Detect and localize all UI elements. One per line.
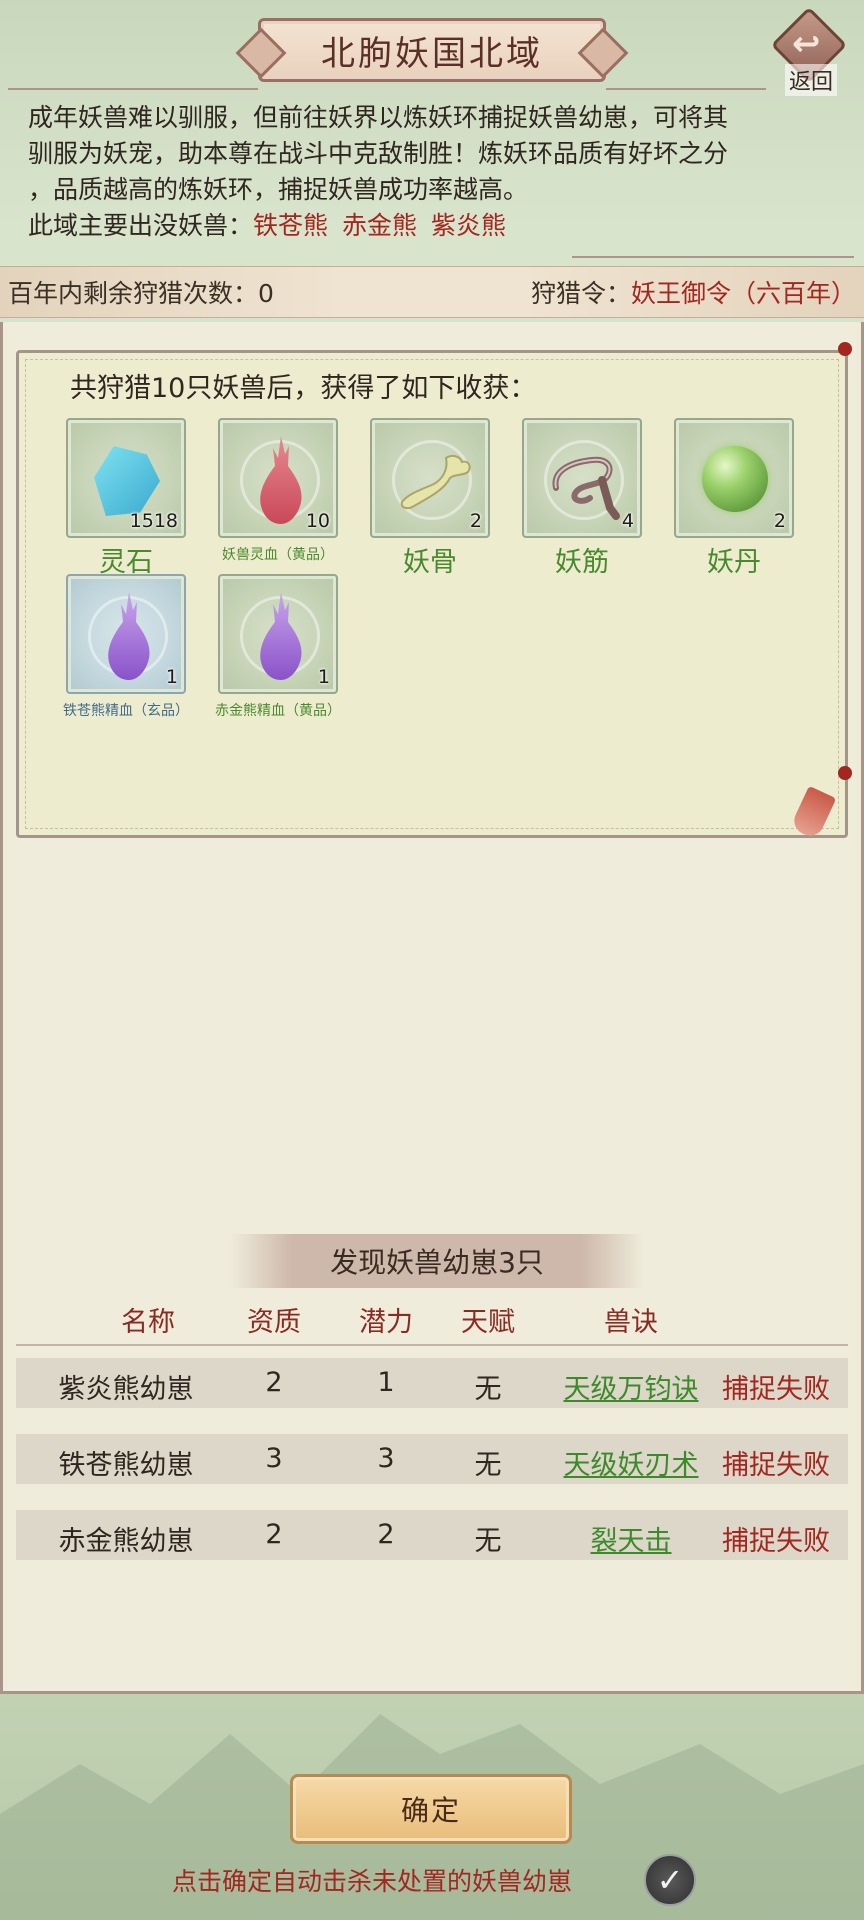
- item-name: 铁苍熊精血（玄品）: [63, 703, 189, 719]
- item-count: 1518: [129, 510, 178, 532]
- item-slot: 1: [218, 574, 338, 694]
- confirm-label: 确定: [400, 1794, 461, 1827]
- hunt-status-bar: 百年内剩余狩猎次数：0 狩猎令：妖王御令（六百年）: [0, 266, 864, 318]
- item-count: 1: [317, 666, 330, 688]
- capture-result: 捕捉失败: [722, 1450, 830, 1481]
- back-label: 返回: [784, 64, 837, 96]
- item-slot: 1518: [66, 418, 186, 538]
- item-count: 2: [773, 510, 786, 532]
- item-slot: 10: [218, 418, 338, 538]
- remaining-label: 百年内剩余狩猎次数：: [8, 279, 259, 308]
- found-cubs-banner: 发现妖兽幼崽3只: [230, 1234, 644, 1288]
- cub-name: 铁苍熊幼崽: [58, 1450, 194, 1481]
- back-arrow-icon: ↩: [792, 24, 821, 64]
- hunt-result-screen: 北朐妖国北域 ↩ 返回 成年妖兽难以驯服，但前往妖界以炼妖环捕捉妖兽幼崽，可将其…: [0, 0, 864, 1920]
- cub-talent: 无: [474, 1450, 502, 1481]
- harvest-title: 共狩猎10只妖兽后，获得了如下收获：: [70, 373, 537, 404]
- region-description: 成年妖兽难以驯服，但前往妖界以炼妖环捕捉妖兽幼崽，可将其 驯服为妖宠，助本尊在战…: [28, 100, 840, 244]
- back-button[interactable]: ↩ 返回: [768, 6, 854, 96]
- reward-item[interactable]: 10 妖兽灵血（黄品）: [216, 418, 340, 564]
- capture-result: 捕捉失败: [722, 1526, 830, 1557]
- cub-aptitude: 3: [265, 1443, 283, 1474]
- cub-skill-link[interactable]: 天级妖刃术: [541, 1443, 721, 1482]
- scroll-knob: [838, 342, 852, 356]
- item-name: 妖兽灵血（黄品）: [222, 547, 334, 563]
- column-header: 天赋: [461, 1307, 515, 1338]
- item-name: 赤金熊精血（黄品）: [215, 703, 341, 719]
- beasts-prefix: 此域主要出没妖兽：: [28, 211, 254, 240]
- item-name: 妖丹: [707, 547, 761, 578]
- order-value: 妖王御令（六百年）: [630, 279, 856, 308]
- beast-name: 紫炎熊: [431, 211, 507, 240]
- cub-name: 紫炎熊幼崽: [58, 1374, 194, 1405]
- item-slot: 4: [522, 418, 642, 538]
- item-slot: 2: [674, 418, 794, 538]
- item-name: 妖筋: [555, 547, 609, 578]
- beast-names: 铁苍熊 赤金熊 紫炎熊: [253, 211, 520, 240]
- purple-blood-drop-icon: [260, 592, 302, 680]
- beast-name: 赤金熊: [342, 211, 418, 240]
- column-header: 资质: [247, 1307, 301, 1338]
- cub-skill-link[interactable]: 天级万钧诀: [541, 1367, 721, 1406]
- cub-talent: 无: [474, 1374, 502, 1405]
- spirit-stone-icon: [94, 446, 160, 516]
- table-row: 紫炎熊幼崽 2 1 无 天级万钧诀 捕捉失败: [16, 1358, 848, 1408]
- divider: [8, 88, 258, 90]
- auto-kill-hint: 点击确定自动击杀未处置的妖兽幼崽: [172, 1867, 573, 1896]
- tendon-icon: [552, 456, 620, 520]
- reward-item[interactable]: 4 妖筋: [520, 418, 644, 579]
- bone-icon: [400, 454, 471, 510]
- item-slot: 1: [66, 574, 186, 694]
- cub-talent: 无: [474, 1526, 502, 1557]
- scroll-knob: [838, 766, 852, 780]
- checkmark-icon: ✓: [656, 1861, 684, 1899]
- found-cubs-title: 发现妖兽幼崽3只: [330, 1246, 544, 1279]
- cub-potential: 2: [377, 1519, 395, 1550]
- item-count: 10: [305, 510, 330, 532]
- remaining-hunts: 百年内剩余狩猎次数：0: [8, 274, 274, 310]
- divider: [16, 1344, 848, 1346]
- divider: [606, 88, 766, 90]
- table-row: 铁苍熊幼崽 3 3 无 天级妖刃术 捕捉失败: [16, 1434, 848, 1484]
- column-header: 潜力: [359, 1307, 413, 1338]
- remaining-value: 0: [258, 279, 274, 308]
- reward-item[interactable]: 1 铁苍熊精血（玄品）: [63, 574, 189, 720]
- capture-result: 捕捉失败: [722, 1374, 830, 1405]
- item-count: 2: [469, 510, 482, 532]
- description-line: 成年妖兽难以驯服，但前往妖界以炼妖环捕捉妖兽幼崽，可将其: [28, 103, 729, 132]
- reward-item[interactable]: 2 妖丹: [672, 418, 796, 579]
- hunt-order: 狩猎令：妖王御令（六百年）: [531, 274, 856, 310]
- item-slot: 2: [370, 418, 490, 538]
- cub-table-header: 名称 资质 潜力 天赋 兽诀: [16, 1300, 848, 1348]
- beast-name: 铁苍熊: [253, 211, 329, 240]
- description-line: 驯服为妖宠，助本尊在战斗中克敌制胜！炼妖环品质有好坏之分: [28, 139, 729, 168]
- reward-item[interactable]: 1 赤金熊精血（黄品）: [215, 574, 341, 720]
- cub-aptitude: 2: [265, 1367, 283, 1398]
- column-header: 名称: [121, 1307, 175, 1338]
- auto-kill-checkbox[interactable]: ✓: [644, 1854, 696, 1906]
- reward-item[interactable]: 1518 灵石: [64, 418, 188, 579]
- orb-icon: [702, 446, 768, 512]
- item-name: 妖骨: [403, 547, 457, 578]
- order-label: 狩猎令：: [530, 279, 631, 308]
- cub-aptitude: 2: [265, 1519, 283, 1550]
- table-row: 赤金熊幼崽 2 2 无 裂天击 捕捉失败: [16, 1510, 848, 1560]
- cub-potential: 1: [377, 1367, 395, 1398]
- beasts-line: 此域主要出没妖兽：铁苍熊 赤金熊 紫炎熊: [28, 208, 840, 244]
- region-title-plaque: 北朐妖国北域: [258, 18, 606, 82]
- column-header: 兽诀: [604, 1307, 658, 1338]
- region-title: 北朐妖国北域: [321, 33, 543, 74]
- item-count: 1: [165, 666, 178, 688]
- purple-blood-drop-icon: [108, 592, 150, 680]
- reward-item[interactable]: 2 妖骨: [368, 418, 492, 579]
- cub-skill-link[interactable]: 裂天击: [541, 1519, 721, 1558]
- cub-name: 赤金熊幼崽: [58, 1526, 194, 1557]
- item-count: 4: [621, 510, 634, 532]
- cub-potential: 3: [377, 1443, 395, 1474]
- description-line: ，品质越高的炼妖环，捕捉妖兽成功率越高。: [28, 175, 529, 204]
- confirm-button[interactable]: 确定: [290, 1774, 572, 1844]
- divider: [572, 256, 854, 258]
- red-blood-drop-icon: [260, 436, 302, 524]
